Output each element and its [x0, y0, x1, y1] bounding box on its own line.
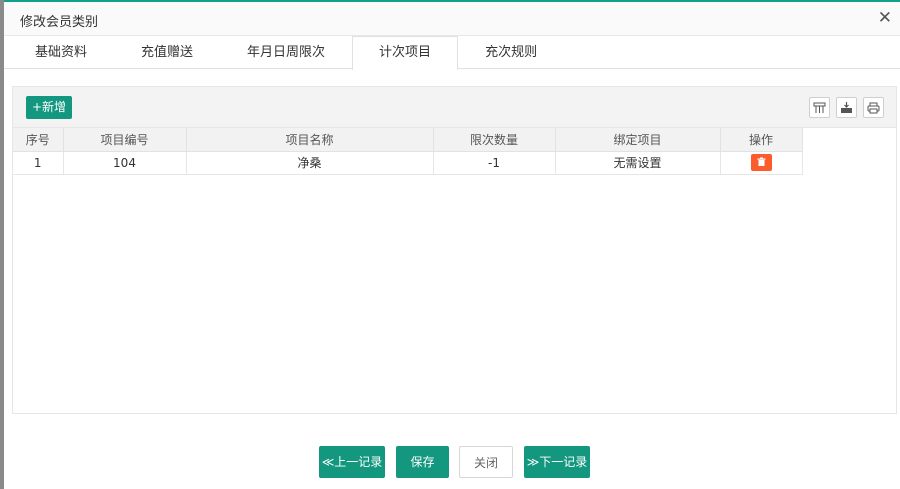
prev-record-button[interactable]: ≪上一记录: [319, 446, 385, 478]
export-icon[interactable]: [836, 97, 857, 118]
dialog-footer: ≪上一记录 保存 关闭 ≫下一记录: [4, 446, 900, 478]
save-button[interactable]: 保存: [396, 446, 449, 478]
next-record-button[interactable]: ≫下一记录: [524, 446, 590, 478]
close-icon[interactable]: ✕: [878, 8, 892, 28]
toolbar-icons: [809, 97, 884, 118]
grid-toolbar: +新增: [13, 87, 896, 128]
tab-basic-info[interactable]: 基础资料: [8, 36, 114, 69]
cell-index: 1: [13, 151, 64, 175]
print-icon[interactable]: [863, 97, 884, 118]
close-button[interactable]: 关闭: [459, 446, 513, 478]
col-header-index[interactable]: 序号: [13, 128, 64, 152]
cell-code: 104: [63, 151, 187, 175]
cell-limit: -1: [433, 151, 556, 175]
tab-recharge-count-rules[interactable]: 充次规则: [458, 36, 564, 69]
dialog-titlebar: 修改会员类别 ✕: [4, 2, 900, 36]
count-items-panel: +新增 序号 项目编号 项目名称 限次数量 绑定项目 操作 1 104 净桑 -…: [12, 86, 897, 414]
col-header-name[interactable]: 项目名称: [186, 128, 434, 152]
add-button[interactable]: +新增: [26, 96, 72, 119]
cell-name: 净桑: [186, 151, 434, 175]
col-header-code[interactable]: 项目编号: [63, 128, 187, 152]
tab-period-limit[interactable]: 年月日周限次: [220, 36, 352, 69]
cell-bind: 无需设置: [555, 151, 721, 175]
cell-action: [720, 151, 803, 175]
col-header-action: 操作: [720, 128, 803, 152]
edit-member-category-dialog: 修改会员类别 ✕ 基础资料 充值赠送 年月日周限次 计次项目 充次规则 +新增: [4, 2, 900, 489]
trash-icon: [757, 157, 765, 166]
table-header-row: 序号 项目编号 项目名称 限次数量 绑定项目 操作: [13, 128, 803, 152]
tab-bar: 基础资料 充值赠送 年月日周限次 计次项目 充次规则: [4, 36, 900, 70]
dialog-title: 修改会员类别: [20, 15, 99, 30]
delete-button[interactable]: [750, 154, 772, 171]
tab-recharge-bonus[interactable]: 充值赠送: [114, 36, 220, 69]
tab-count-items[interactable]: 计次项目: [352, 36, 459, 70]
columns-icon[interactable]: [809, 97, 830, 118]
col-header-bind[interactable]: 绑定项目: [555, 128, 721, 152]
table-row[interactable]: 1 104 净桑 -1 无需设置: [13, 151, 803, 175]
count-items-table: 序号 项目编号 项目名称 限次数量 绑定项目 操作 1 104 净桑 -1 无需…: [13, 128, 803, 175]
col-header-limit[interactable]: 限次数量: [433, 128, 556, 152]
